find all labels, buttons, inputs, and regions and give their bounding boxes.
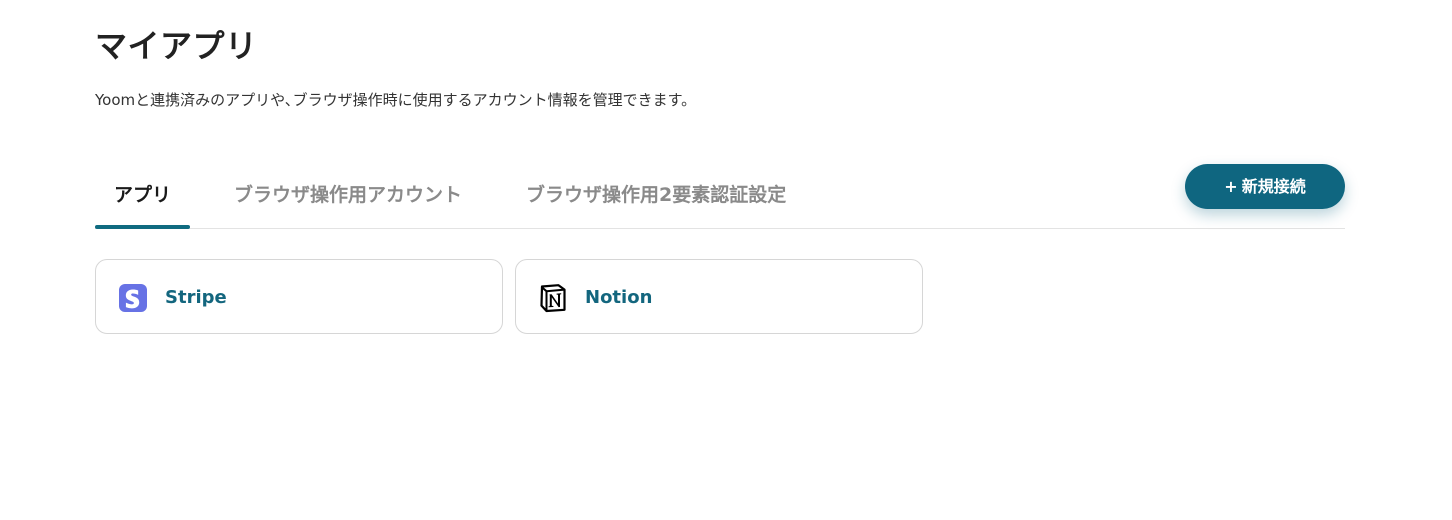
tab-apps-label: アプリ <box>113 184 171 206</box>
plus-icon: + <box>1224 177 1238 196</box>
app-card-stripe[interactable]: Stripe <box>95 259 503 334</box>
new-connection-button[interactable]: + 新規接続 <box>1185 164 1345 209</box>
app-name: Notion <box>585 287 653 308</box>
page-title: マイアプリ <box>95 27 258 65</box>
my-apps-page: マイアプリ Yoomと連携済みのアプリや､ブラウザ操作時に使用するアカウント情報… <box>0 0 1452 520</box>
tab-browser-accounts-label: ブラウザ操作用アカウント <box>234 184 463 206</box>
stripe-logo-icon <box>119 284 147 312</box>
tab-browser-accounts[interactable]: ブラウザ操作用アカウント <box>234 160 462 228</box>
tab-apps[interactable]: アプリ <box>95 160 190 229</box>
new-connection-label: 新規接続 <box>1241 177 1306 196</box>
app-name: Stripe <box>165 287 227 308</box>
app-card-notion[interactable]: Notion <box>515 259 923 334</box>
tab-browser-2fa-settings[interactable]: ブラウザ操作用2要素認証設定 <box>526 160 786 228</box>
notion-logo-icon <box>540 284 566 313</box>
tab-bar: アプリ ブラウザ操作用アカウント ブラウザ操作用2要素認証設定 <box>95 160 1345 229</box>
active-tab-indicator <box>95 225 190 229</box>
page-description: Yoomと連携済みのアプリや､ブラウザ操作時に使用するアカウント情報を管理できま… <box>95 91 697 109</box>
tab-browser-2fa-label: ブラウザ操作用2要素認証設定 <box>526 184 787 206</box>
